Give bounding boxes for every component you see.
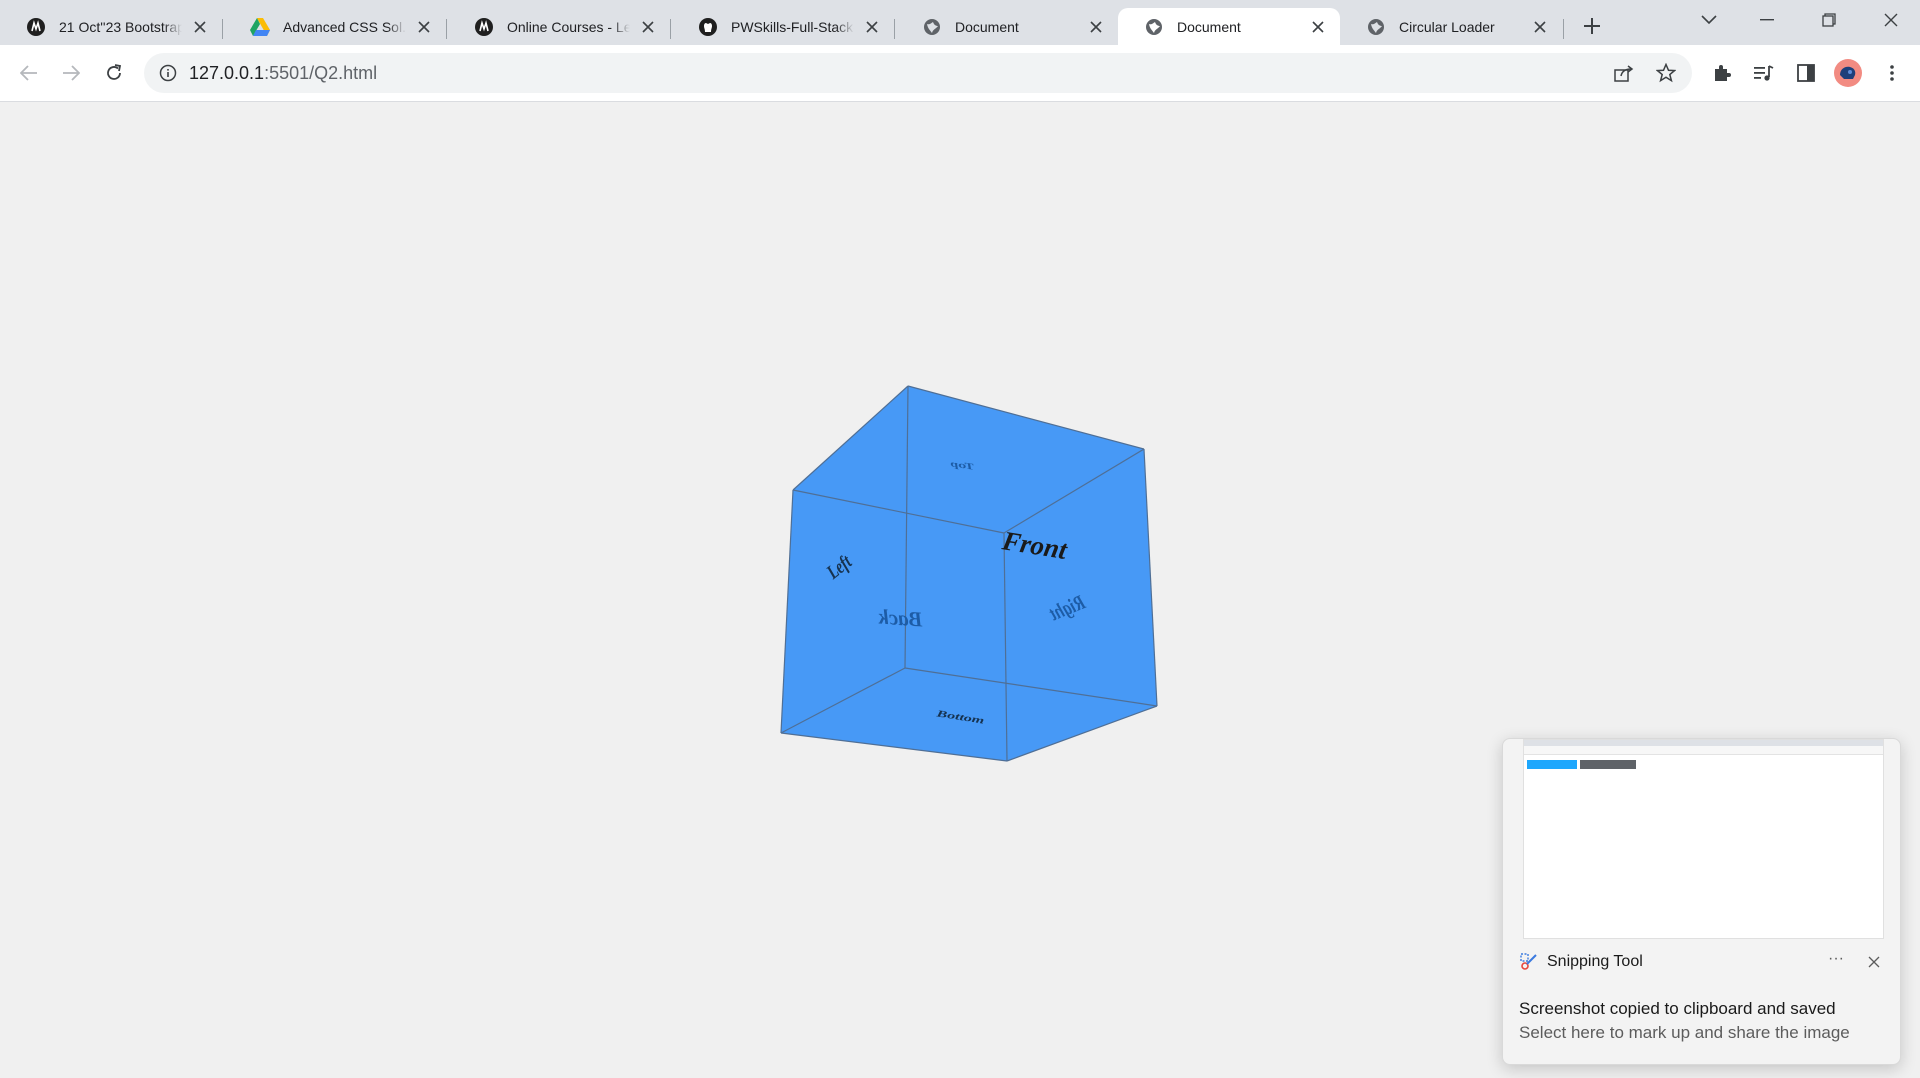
chevron-down-icon	[1701, 15, 1717, 25]
close-icon[interactable]	[1086, 17, 1106, 37]
tab-separator	[894, 19, 895, 39]
browser-toolbar: 127.0.0.1:5501/Q2.html	[0, 45, 1920, 102]
restore-button[interactable]	[1806, 0, 1852, 40]
minimize-icon	[1760, 19, 1774, 21]
puzzle-icon	[1715, 65, 1731, 81]
media-button[interactable]	[1748, 57, 1780, 89]
share-icon	[1614, 65, 1634, 82]
back-button[interactable]	[13, 57, 45, 89]
tab-separator	[222, 19, 223, 39]
tab-document-2[interactable]: Document	[1118, 8, 1340, 45]
close-icon[interactable]	[190, 17, 210, 37]
side-panel-icon	[1797, 64, 1815, 82]
url-text: 127.0.0.1:5501/Q2.html	[189, 63, 377, 83]
screenshot-thumbnail[interactable]	[1523, 739, 1884, 939]
thumbnail-button-primary	[1527, 760, 1577, 769]
menu-button[interactable]	[1876, 57, 1908, 89]
arrow-left-icon	[20, 65, 37, 81]
globe-icon	[922, 17, 942, 37]
tab-bootstrap[interactable]: 21 Oct''23 Bootstrap -	[0, 8, 222, 45]
plus-icon	[1584, 18, 1600, 34]
tab-separator	[670, 19, 671, 39]
tab-separator	[446, 19, 447, 39]
url-path: :5501/Q2.html	[264, 63, 378, 83]
snipping-tool-icon	[1519, 952, 1539, 972]
star-icon	[1656, 63, 1676, 83]
new-tab-button[interactable]	[1576, 10, 1608, 42]
toast-app-name: Snipping Tool	[1547, 953, 1643, 970]
more-options-button[interactable]: ···	[1822, 951, 1850, 972]
tab-github[interactable]: PWSkills-Full-Stack-W	[672, 8, 894, 45]
thumbnail-button-secondary	[1580, 760, 1636, 769]
tab-search-button[interactable]	[1686, 0, 1732, 40]
forward-button[interactable]	[55, 57, 87, 89]
tab-title: Document	[955, 18, 1019, 35]
globe-icon	[1366, 17, 1386, 37]
window-close-button[interactable]	[1868, 0, 1914, 40]
tab-title: Document	[1177, 18, 1241, 35]
arrow-right-icon	[63, 65, 80, 81]
toast-header: Snipping Tool ···	[1519, 951, 1884, 972]
toast-title: Screenshot copied to clipboard and saved	[1519, 999, 1836, 1018]
bookmark-button[interactable]	[1650, 57, 1682, 89]
reload-icon	[107, 64, 122, 80]
side-panel-button[interactable]	[1790, 57, 1822, 89]
reload-button[interactable]	[98, 57, 130, 89]
close-icon[interactable]	[1308, 17, 1328, 37]
share-button[interactable]	[1608, 57, 1640, 89]
globe-icon	[1144, 17, 1164, 37]
close-icon[interactable]	[414, 17, 434, 37]
info-icon[interactable]	[158, 63, 178, 83]
tab-strip: 21 Oct''23 Bootstrap - Advanced CSS Sol.…	[0, 0, 1920, 45]
minimize-button[interactable]	[1744, 0, 1790, 40]
kebab-menu-icon	[1890, 65, 1894, 81]
close-icon[interactable]	[862, 17, 882, 37]
github-icon	[698, 17, 718, 37]
tab-title: 21 Oct''23 Bootstrap -	[59, 18, 182, 35]
extensions-button[interactable]	[1706, 57, 1738, 89]
close-icon[interactable]	[638, 17, 658, 37]
address-bar[interactable]: 127.0.0.1:5501/Q2.html	[144, 53, 1692, 93]
cube-label-back: Back	[877, 604, 924, 631]
close-icon	[1868, 956, 1880, 968]
url-host: 127.0.0.1	[189, 63, 265, 83]
tab-title: Online Courses - Learn	[507, 18, 630, 35]
pw-skills-icon	[474, 17, 494, 37]
tab-title: Circular Loader	[1399, 18, 1495, 35]
profile-avatar[interactable]	[1834, 59, 1862, 87]
thumbnail-toolbar	[1524, 746, 1883, 755]
snipping-tool-notification[interactable]: Snipping Tool ··· Screenshot copied to c…	[1502, 738, 1901, 1065]
avatar-icon	[1840, 66, 1856, 79]
tab-separator	[1563, 19, 1564, 39]
toast-body: Select here to mark up and share the ima…	[1519, 1023, 1850, 1042]
tab-online-courses[interactable]: Online Courses - Learn	[448, 8, 670, 45]
toast-close-button[interactable]	[1864, 952, 1884, 972]
close-icon	[1884, 13, 1898, 27]
media-control-icon	[1754, 65, 1774, 81]
google-drive-icon	[250, 17, 270, 37]
restore-icon	[1822, 13, 1836, 27]
tab-title: Advanced CSS Sol.pdf	[283, 18, 406, 35]
pw-skills-icon	[26, 17, 46, 37]
tab-advanced-css[interactable]: Advanced CSS Sol.pdf	[224, 8, 446, 45]
tab-circular-loader[interactable]: Circular Loader	[1340, 8, 1562, 45]
close-icon[interactable]	[1530, 17, 1550, 37]
tab-document-1[interactable]: Document	[896, 8, 1118, 45]
tab-title: PWSkills-Full-Stack-W	[731, 18, 854, 35]
